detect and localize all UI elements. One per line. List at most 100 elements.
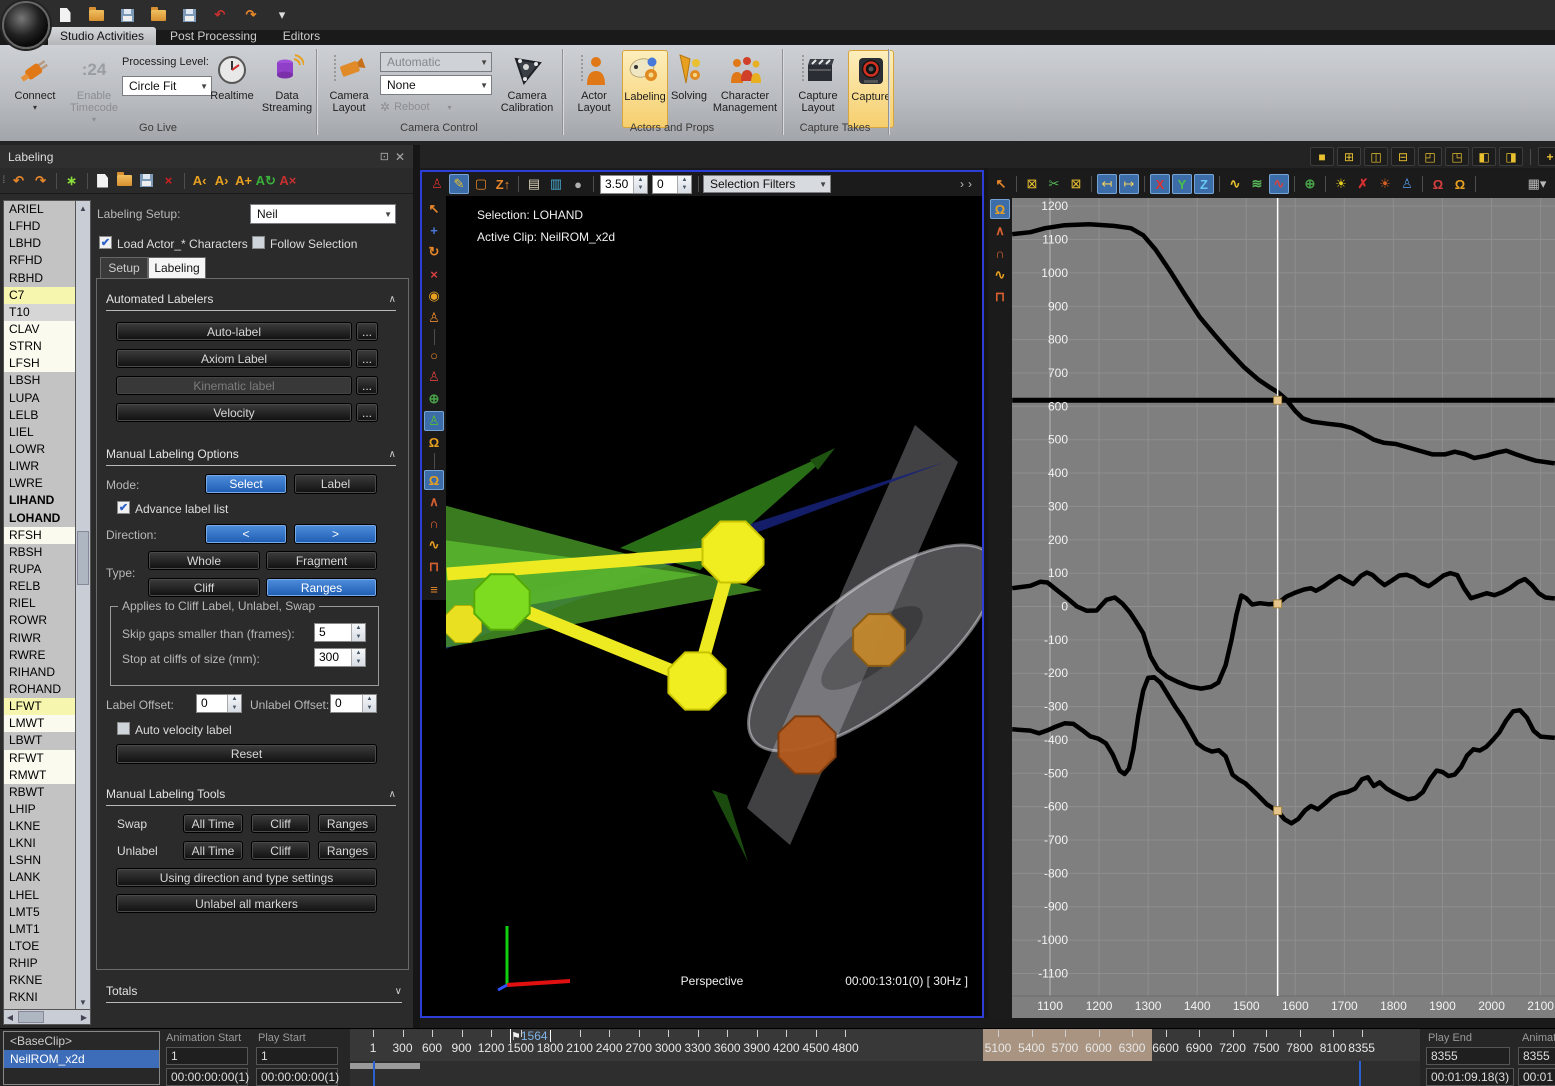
label-refresh-icon[interactable]: A↻ <box>256 171 276 191</box>
timeline-scroll-stub[interactable] <box>350 1063 420 1069</box>
close-panel-icon[interactable]: ✕ <box>395 150 413 164</box>
camera-mode-select[interactable]: Automatic▼ <box>380 52 492 72</box>
unlabel-ranges-button[interactable]: Ranges <box>318 841 377 860</box>
automated-labelers-header[interactable]: Automated Labelers∧ <box>106 292 396 311</box>
layout-main-left-icon[interactable]: ◧ <box>1472 147 1496 166</box>
label-delete-icon[interactable]: A× <box>278 171 298 191</box>
manual-labeling-options-header[interactable]: Manual Labeling Options∧ <box>106 447 396 466</box>
scale-icon[interactable]: × <box>424 264 444 284</box>
solving-button[interactable]: Solving <box>668 50 710 102</box>
panel-splitter[interactable] <box>413 145 420 1028</box>
marker-item[interactable]: RBWT <box>4 784 75 801</box>
marker-item[interactable]: LUPA <box>4 390 75 407</box>
marker-item[interactable]: LTOE <box>4 938 75 955</box>
curve-view-icon[interactable]: ∿ <box>1225 174 1245 194</box>
marker-item[interactable]: RFWT <box>4 750 75 767</box>
forward-icon[interactable]: ↷ <box>31 171 51 191</box>
camera-layout-button[interactable]: Camera Layout <box>322 50 376 114</box>
scroll-down-icon[interactable]: ▼ <box>76 995 90 1009</box>
marker-item[interactable]: RELB <box>4 578 75 595</box>
collapse-icon[interactable]: ∧ <box>389 294 396 305</box>
velocity-button[interactable]: Velocity <box>116 403 352 422</box>
marker-item[interactable]: LFSH <box>4 355 75 372</box>
swap-all-time-button[interactable]: All Time <box>183 814 243 833</box>
stacked-curves-icon[interactable]: ≋ <box>1247 174 1267 194</box>
scroll-up-icon[interactable]: ▲ <box>76 201 90 215</box>
play-end-time-field[interactable]: 00:01:09.18(3) <box>1426 1068 1514 1086</box>
actor-green-icon[interactable]: ♙ <box>424 411 444 431</box>
connect-button[interactable]: Connect ▾ <box>8 50 62 114</box>
open-setup-icon[interactable] <box>115 171 135 191</box>
delete-keys-icon[interactable]: ⊠ <box>1022 174 1042 194</box>
marker-item[interactable]: STRN <box>4 338 75 355</box>
graph-pane[interactable]: ↖⊠✂⊠↤↦XYZ∿≋∿⊕☀✗☀♙ΩΩ ▦▾ Ω∧∩∿⊓ 12001100100… <box>988 172 1555 1018</box>
y-channel-icon[interactable]: Y <box>1172 174 1192 194</box>
stop-cliffs-spinner[interactable]: 300▲▼ <box>314 648 366 667</box>
animation-end-time-field[interactable]: 00:01 <box>1518 1068 1555 1086</box>
unlabel-all-markers-button[interactable]: Unlabel all markers <box>116 894 377 913</box>
type-ranges-button[interactable]: Ranges <box>266 578 377 597</box>
new-file-icon[interactable] <box>55 5 75 25</box>
animation-start-field[interactable]: 1 <box>166 1047 248 1065</box>
data-streaming-button[interactable]: Data Streaming <box>258 50 316 114</box>
curves-icon[interactable]: ∿ <box>424 536 444 556</box>
unlabel-offset-spinner[interactable]: 0▲▼ <box>330 694 377 713</box>
drag-grip-icon[interactable]: ⁞⁞ <box>2 175 4 186</box>
timeline-ruler[interactable]: 1300600900120015001800210024002700300033… <box>350 1029 1420 1061</box>
marker-item[interactable]: RWRE <box>4 647 75 664</box>
axiom-label-button[interactable]: Axiom Label <box>116 349 352 368</box>
chevron-right-icon[interactable]: › <box>968 177 972 191</box>
advance-label-list-checkbox[interactable]: ✔ <box>117 501 130 514</box>
peak-icon[interactable]: ∧ <box>424 492 444 512</box>
selection-filters-select[interactable]: Selection Filters▼ <box>703 175 831 193</box>
base-clip-header[interactable]: <BaseClip> <box>4 1032 159 1050</box>
layout-two-columns-icon[interactable]: ◫ <box>1364 147 1388 166</box>
marker-item[interactable]: RIEL <box>4 595 75 612</box>
type-whole-button[interactable]: Whole <box>148 551 260 570</box>
swap-marker-icon[interactable]: ♙ <box>1397 174 1417 194</box>
processing-level-select[interactable]: Circle Fit▼ <box>122 76 212 96</box>
marker-item[interactable]: LBHD <box>4 235 75 252</box>
chevron-right-icon[interactable]: › <box>960 177 964 191</box>
animation-start-time-field[interactable]: 00:00:00:00(1) <box>166 1068 248 1086</box>
step-icon[interactable]: ⊓ <box>990 287 1010 307</box>
step-icon[interactable]: ⊓ <box>424 557 444 577</box>
enable-timecode-button[interactable]: :24 Enable Timecode ▾ <box>64 50 124 126</box>
marker-item[interactable]: LWRE <box>4 475 75 492</box>
totals-header[interactable]: Totals∨ <box>106 984 402 1003</box>
delete-marker-icon[interactable]: ✗ <box>1353 174 1373 194</box>
label-back-icon[interactable]: A‹ <box>190 171 210 191</box>
labeling-button[interactable]: Labeling <box>622 50 668 128</box>
marker-item[interactable]: RKNI <box>4 989 75 1006</box>
burst-icon[interactable]: ☀ <box>1331 174 1351 194</box>
marker-item[interactable]: RFSH <box>4 527 75 544</box>
expand-icon[interactable]: ∨ <box>395 986 402 997</box>
marker-item[interactable]: RIHAND <box>4 664 75 681</box>
marker-item[interactable]: LHIP <box>4 801 75 818</box>
rotate-icon[interactable]: ↻ <box>424 243 444 263</box>
marker-item[interactable]: RHIP <box>4 955 75 972</box>
marker-item[interactable]: LHEL <box>4 887 75 904</box>
marker-item[interactable]: RUPA <box>4 561 75 578</box>
marker-item[interactable]: LBSH <box>4 372 75 389</box>
marker-item[interactable]: ROWR <box>4 612 75 629</box>
mode-select-button[interactable]: Select <box>205 474 287 494</box>
bell-orange-icon[interactable]: Ω <box>1450 174 1470 194</box>
clip-list[interactable]: <BaseClip> NeilROM_x2d <box>3 1031 160 1085</box>
unlabel-cliff-button[interactable]: Cliff <box>251 841 310 860</box>
marker-item[interactable]: ARIEL <box>4 201 75 218</box>
kinematic-label-options-button[interactable]: ... <box>356 376 378 395</box>
marker-item[interactable]: ROHAND <box>4 681 75 698</box>
bell-arrow-icon[interactable]: Ω <box>424 433 444 453</box>
marker-item[interactable]: LELB <box>4 407 75 424</box>
marker-item[interactable]: LKNE <box>4 818 75 835</box>
follow-selection-checkbox[interactable] <box>252 236 265 249</box>
pivot-icon[interactable]: ◉ <box>424 286 444 306</box>
kinematic-label-button[interactable]: Kinematic label <box>116 376 352 395</box>
new-setup-icon[interactable] <box>93 171 113 191</box>
label-forward-icon[interactable]: A› <box>212 171 232 191</box>
undo-icon[interactable]: ↶ <box>210 5 230 25</box>
delete-setup-icon[interactable]: × <box>159 171 179 191</box>
curves-icon[interactable]: ∿ <box>990 265 1010 285</box>
trajectory-graph[interactable]: 1200110010009008007006005004003002001000… <box>1012 198 1555 1018</box>
